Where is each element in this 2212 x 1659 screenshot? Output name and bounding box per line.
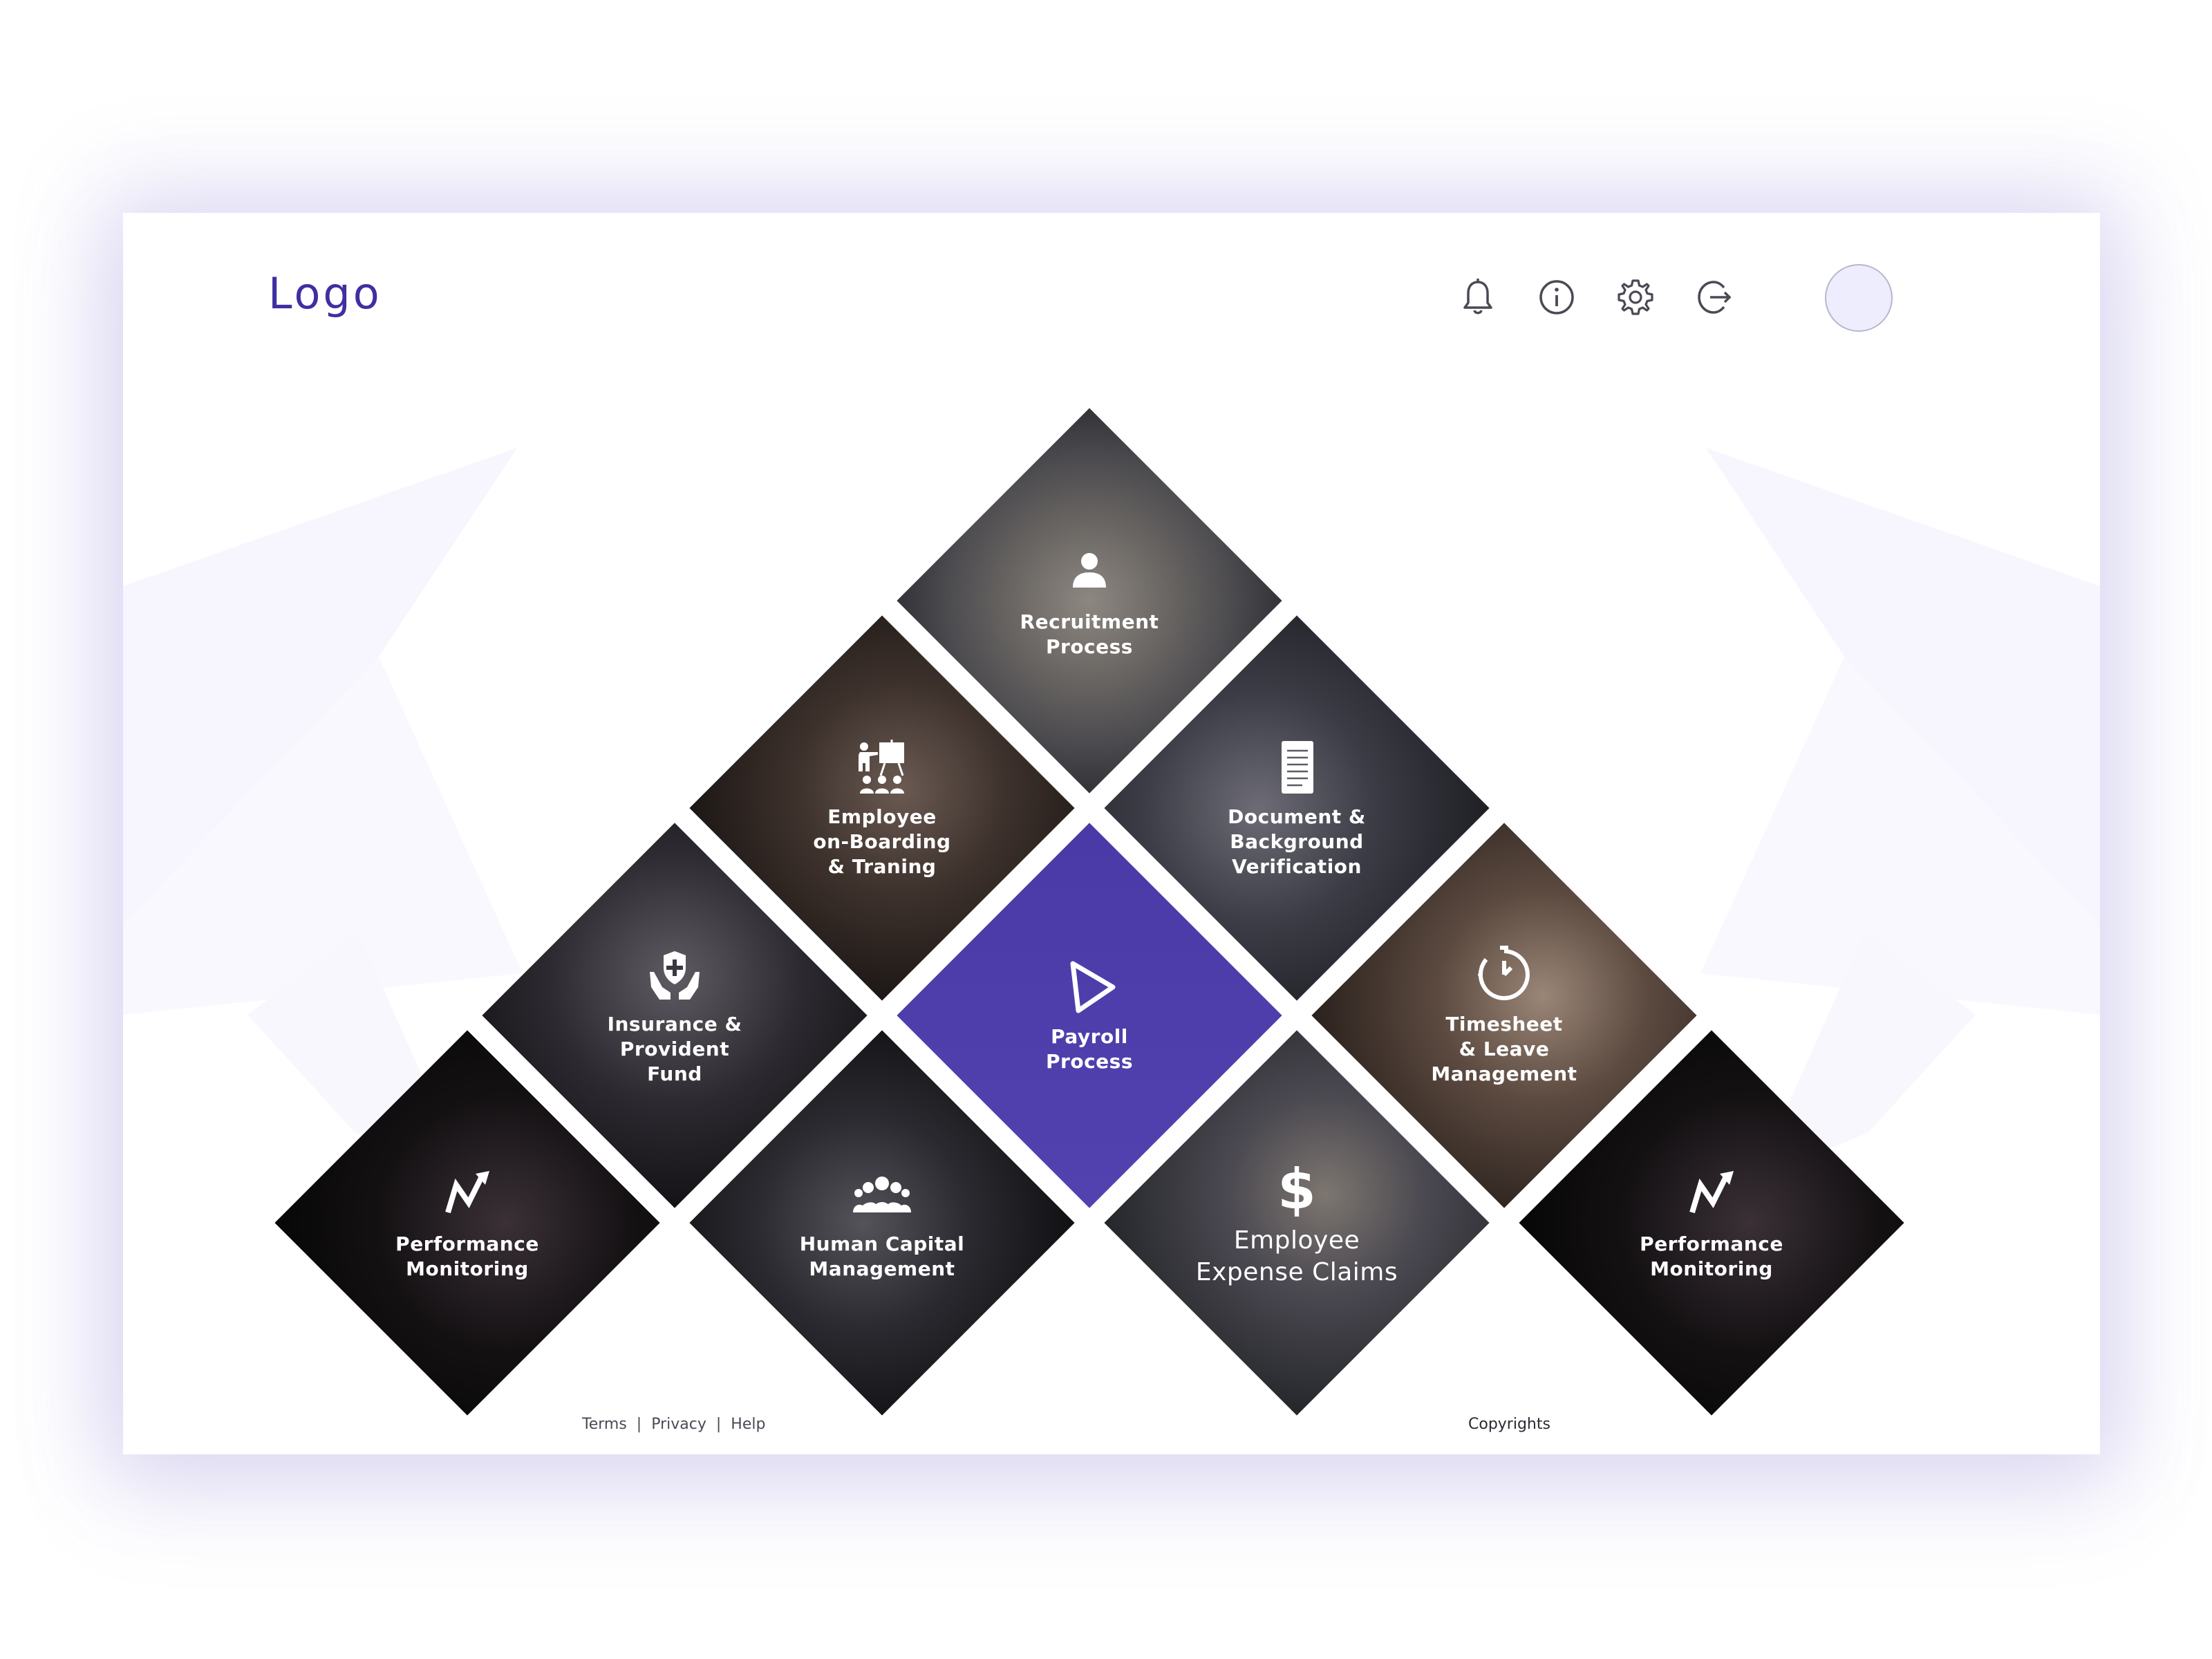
info-icon[interactable] [1535, 275, 1579, 319]
trend-arrow-icon [1681, 1164, 1742, 1225]
shield-hands-icon [644, 944, 705, 1005]
help-link[interactable]: Help [731, 1416, 765, 1433]
group-icon [852, 1164, 912, 1225]
footer-links: Terms | Privacy | Help [582, 1416, 765, 1433]
gear-icon[interactable] [1613, 275, 1658, 319]
tile-label: Insurance & Provident Fund [607, 1013, 742, 1085]
person-icon [1059, 542, 1120, 603]
logout-icon[interactable] [1692, 275, 1736, 319]
avatar[interactable] [1825, 264, 1893, 332]
stopwatch-icon [1474, 944, 1535, 1005]
tile-label: Payroll Process [1046, 1025, 1133, 1073]
tile-label: Timesheet & Leave Management [1431, 1013, 1577, 1085]
footer-separator: | [715, 1416, 722, 1433]
presentation-icon [852, 737, 912, 798]
app-window: Logo Recruitment Process Employee on-Boa… [123, 213, 2100, 1454]
tile-label: Performance Monitoring [395, 1232, 539, 1280]
tile-label: Document & Background Verification [1228, 805, 1366, 878]
svg-text:$: $ [1277, 1157, 1316, 1218]
dollar-icon: $ [1266, 1157, 1327, 1218]
tile-label: Recruitment Process [1020, 610, 1159, 658]
terms-link[interactable]: Terms [582, 1416, 627, 1433]
tile-label: Employee Expense Claims [1195, 1226, 1398, 1286]
privacy-link[interactable]: Privacy [651, 1416, 706, 1433]
logo[interactable]: Logo [268, 268, 382, 319]
bell-icon[interactable] [1456, 275, 1500, 319]
trend-arrow-icon [437, 1164, 498, 1225]
play-triangle-icon [1059, 957, 1120, 1018]
document-icon [1266, 737, 1327, 798]
tile-label: Employee on-Boarding & Traning [813, 805, 951, 878]
footer-separator: | [636, 1416, 642, 1433]
tile-label: Performance Monitoring [1640, 1232, 1783, 1280]
tile-label: Human Capital Management [799, 1232, 965, 1280]
copyright: Copyrights [1468, 1416, 1550, 1433]
